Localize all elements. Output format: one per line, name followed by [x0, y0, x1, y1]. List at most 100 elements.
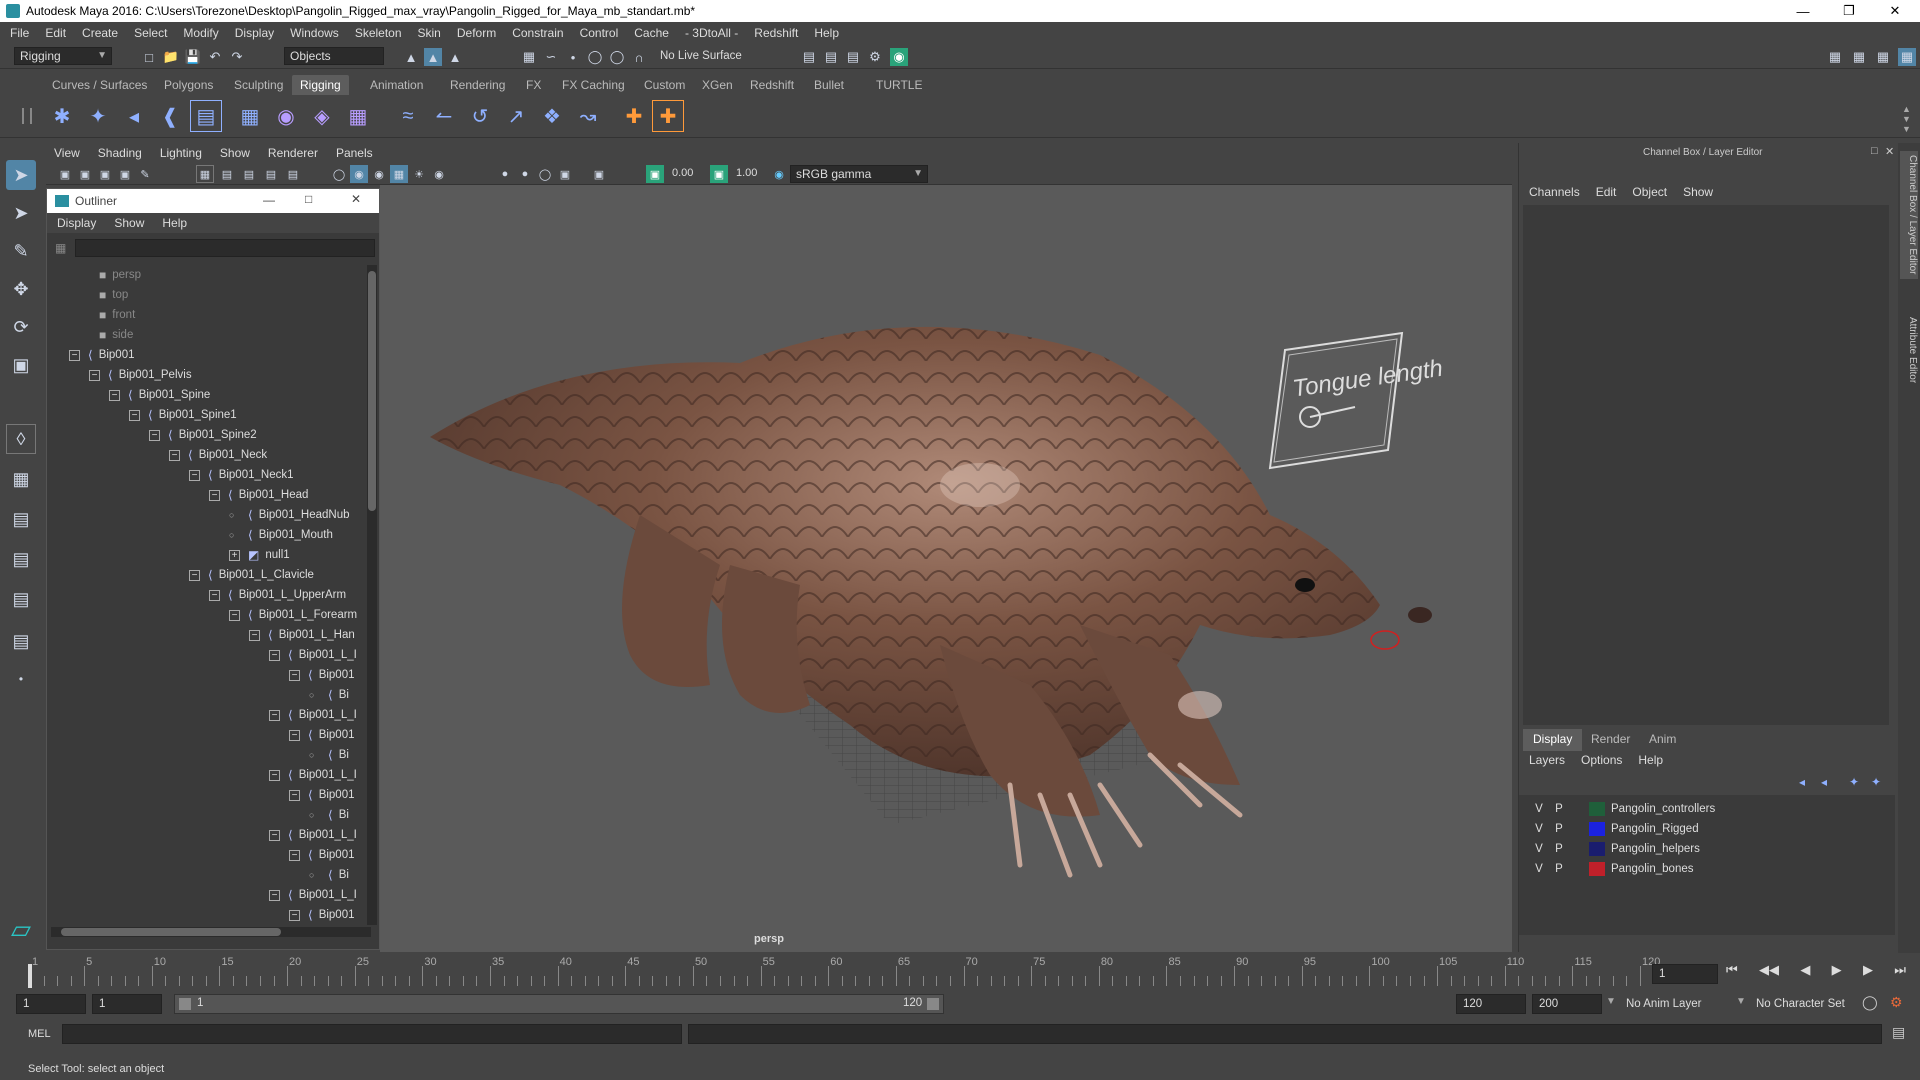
rotate-tool-icon[interactable]: ⟳ — [6, 312, 36, 342]
image-plane-icon[interactable]: ▣ — [116, 165, 134, 183]
hypershade-icon[interactable]: ◉ — [890, 48, 908, 66]
range-start-handle[interactable] — [179, 998, 191, 1010]
ipr-render-icon[interactable]: ▤ — [844, 48, 862, 66]
collapse-icon[interactable]: − — [289, 669, 300, 681]
scrollbar-thumb[interactable] — [61, 928, 281, 936]
collapse-icon[interactable]: − — [289, 909, 300, 921]
ambient-occlusion-icon[interactable]: ◯ — [536, 165, 554, 183]
constraint-point-icon[interactable]: ≈ — [392, 100, 424, 132]
outliner-titlebar[interactable]: Outliner — □ ✕ — [47, 189, 379, 213]
camera-lock-icon[interactable]: ▣ — [76, 165, 94, 183]
outliner-joint-item[interactable]: − ⟨ Bip001 — [289, 905, 355, 923]
minimize-button[interactable]: — — [1780, 0, 1826, 22]
locator-icon[interactable]: ✚ — [618, 100, 650, 132]
channel-box-toggle-icon[interactable]: ▦ — [1898, 48, 1916, 66]
scene-end-field[interactable]: 200 — [1532, 994, 1602, 1014]
current-time-indicator[interactable] — [28, 964, 32, 988]
snap-grid-icon[interactable]: ▦ — [520, 48, 538, 66]
outliner-joint-item[interactable]: − ⟨ Bip001_L_I — [269, 645, 357, 665]
wire-deformer-icon[interactable]: ▦ — [342, 100, 374, 132]
collapse-icon[interactable]: − — [269, 889, 280, 901]
collapse-icon[interactable]: − — [189, 469, 200, 481]
outliner-joint-item[interactable]: − ⟨ Bip001_Neck — [169, 445, 267, 465]
menu-modify[interactable]: Modify — [183, 26, 218, 40]
shelf-tab-rendering[interactable]: Rendering — [442, 75, 513, 95]
menu-redshift[interactable]: Redshift — [754, 26, 798, 40]
collapse-icon[interactable]: − — [209, 489, 220, 501]
layer-row[interactable]: V P Pangolin_Rigged — [1529, 819, 1889, 839]
gamma-icon[interactable]: ▣ — [710, 165, 728, 183]
outliner-joint-item[interactable]: − ⟨ Bip001 — [69, 345, 135, 365]
snap-point-icon[interactable]: • — [564, 48, 582, 66]
color-space-dropdown[interactable]: sRGB gamma ▼ — [790, 165, 928, 183]
constraint-scale-icon[interactable]: ↗ — [500, 100, 532, 132]
collapse-icon[interactable]: − — [169, 449, 180, 461]
live-surface-label[interactable]: No Live Surface — [660, 50, 742, 62]
collapse-icon[interactable]: − — [189, 569, 200, 581]
menu-skeleton[interactable]: Skeleton — [355, 26, 402, 40]
new-scene-icon[interactable]: □ — [140, 48, 158, 66]
channel-box-side-tab[interactable]: Channel Box / Layer Editor — [1900, 151, 1918, 279]
select-hierarchy-icon[interactable]: ▲ — [402, 48, 420, 66]
shelf-menu-icon[interactable] — [22, 108, 32, 124]
single-view-icon[interactable]: ◊ — [6, 424, 36, 454]
new-layer-selected-icon[interactable]: ✦ — [1871, 775, 1881, 789]
outliner-joint-item[interactable]: − ⟨ Bip001_Spine1 — [129, 405, 237, 425]
lights-icon[interactable]: ☀ — [410, 165, 428, 183]
viewport-menu-shading[interactable]: Shading — [98, 146, 142, 160]
layer-color-swatch[interactable] — [1589, 802, 1605, 816]
shelf-tab-rigging[interactable]: Rigging — [292, 75, 349, 95]
layer-visibility-toggle[interactable]: V — [1529, 863, 1549, 875]
outliner-camera-item[interactable]: ■ top — [95, 285, 128, 305]
collapse-icon[interactable]: − — [269, 649, 280, 661]
collapse-icon[interactable]: − — [149, 429, 160, 441]
lattice-icon[interactable]: ▦ — [234, 100, 266, 132]
wrap-deformer-icon[interactable]: ◈ — [306, 100, 338, 132]
layer-menu-help[interactable]: Help — [1638, 753, 1663, 767]
joint-tool-icon[interactable]: ✱ — [46, 100, 78, 132]
collapse-icon[interactable]: − — [289, 849, 300, 861]
layer-row[interactable]: V P Pangolin_bones — [1529, 859, 1889, 879]
constraint-pole-icon[interactable]: ↝ — [572, 100, 604, 132]
layer-color-swatch[interactable] — [1589, 842, 1605, 856]
outliner-joint-item[interactable]: − ⟨ Bip001_L_I — [269, 705, 357, 725]
attribute-editor-side-tab[interactable]: Attribute Editor — [1900, 313, 1918, 387]
outliner-joint-item[interactable]: ○ ⟨ Bi — [309, 865, 349, 885]
outliner-joint-item[interactable]: − ⟨ Bip001 — [289, 785, 355, 805]
render-settings-icon[interactable]: ⚙ — [866, 48, 884, 66]
collapse-icon[interactable]: − — [69, 349, 80, 361]
shelf-scroll-arrows-icon[interactable]: ▲ ▼ ▼ — [1902, 104, 1911, 134]
open-scene-icon[interactable]: 📁 — [162, 48, 180, 66]
channel-box-menu-show[interactable]: Show — [1683, 185, 1713, 199]
menu-edit[interactable]: Edit — [45, 26, 66, 40]
shelf-tab-fx-caching[interactable]: FX Caching — [554, 75, 633, 95]
workspace-icon[interactable]: ▦ — [1826, 48, 1844, 66]
textured-icon[interactable]: ▦ — [390, 165, 408, 183]
shelf-tab-bullet[interactable]: Bullet — [806, 75, 852, 95]
auto-key-icon[interactable]: ◯ — [1862, 994, 1878, 1011]
constraint-parent-icon[interactable]: ❖ — [536, 100, 568, 132]
channel-box-menu-channels[interactable]: Channels — [1529, 185, 1580, 199]
chevron-down-icon[interactable]: ▼ — [1606, 996, 1616, 1007]
collapse-icon[interactable]: − — [89, 369, 100, 381]
scene-start-field[interactable]: 1 — [16, 994, 86, 1014]
menu-deform[interactable]: Deform — [457, 26, 496, 40]
outliner-joint-item[interactable]: − ⟨ Bip001_L_Han — [249, 625, 355, 645]
current-frame-field[interactable]: 1 — [1652, 964, 1718, 984]
layer-menu-layers[interactable]: Layers — [1529, 753, 1565, 767]
ik-spline-icon[interactable]: ❰ — [154, 100, 186, 132]
step-forward-frame-icon[interactable]: ▶ — [1863, 962, 1873, 984]
bind-skin-icon[interactable]: ▤ — [190, 100, 222, 132]
antialias-icon[interactable]: ▣ — [556, 165, 574, 183]
float-panel-icon[interactable]: □ — [1871, 145, 1878, 157]
close-button[interactable]: ✕ — [1872, 0, 1918, 22]
lasso-tool-icon[interactable]: ➤ — [6, 198, 36, 228]
collapse-icon[interactable]: − — [109, 389, 120, 401]
exposure-icon[interactable]: ▣ — [646, 165, 664, 183]
isolate-select-icon[interactable]: ▣ — [590, 165, 608, 183]
collapse-icon[interactable]: − — [249, 629, 260, 641]
outliner-joint-item[interactable]: − ⟨ Bip001_Pelvis — [89, 365, 192, 385]
viewport-menu-view[interactable]: View — [54, 146, 80, 160]
menu-set-dropdown[interactable]: Rigging ▼ — [14, 47, 112, 65]
layout-icon[interactable]: ▦ — [1850, 48, 1868, 66]
